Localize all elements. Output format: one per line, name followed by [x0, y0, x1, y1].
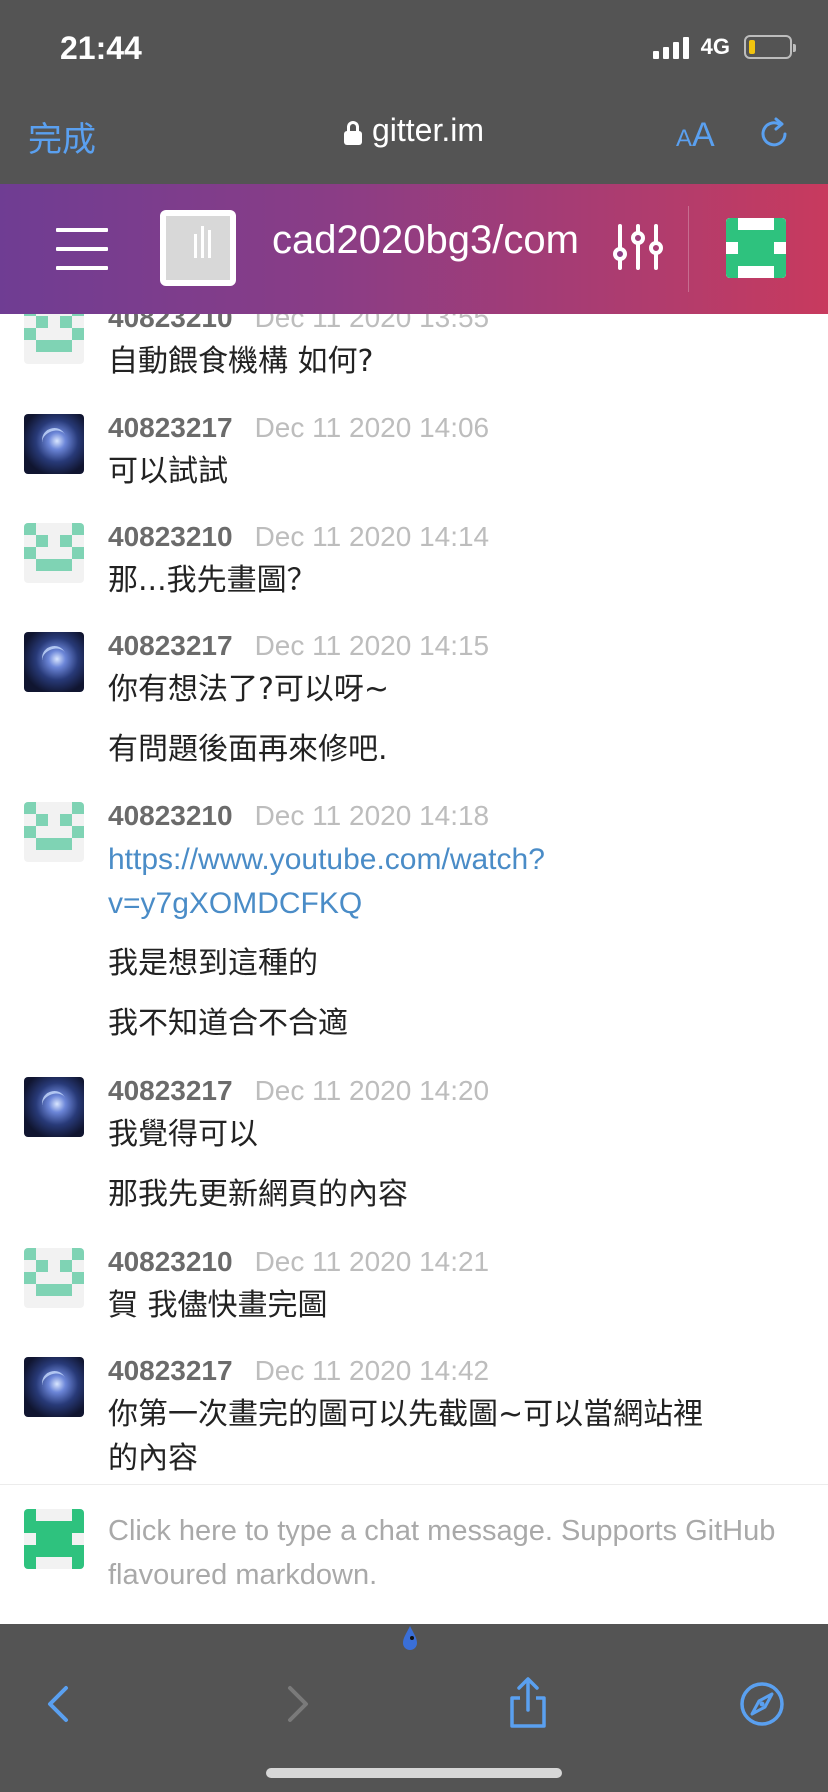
message-timestamp[interactable]: Dec 11 2020 14:42 — [255, 1355, 490, 1387]
share-icon[interactable] — [498, 1674, 558, 1734]
message-link[interactable]: https://www.youtube.com/watch? — [108, 838, 768, 882]
signal-icon — [652, 35, 689, 59]
message-meta: 40823210 Dec 11 2020 14:21 — [108, 1246, 489, 1278]
message-text: 賀 我儘快畫完圖 — [108, 1288, 328, 1323]
message-meta: 40823217 Dec 11 2020 14:42 — [108, 1355, 489, 1387]
message-timestamp[interactable]: Dec 11 2020 14:14 — [255, 521, 490, 553]
sender-username[interactable]: 40823217 — [108, 630, 233, 662]
chat-input[interactable]: Click here to type a chat message. Suppo… — [108, 1509, 798, 1597]
browser-top-bar: 21:44 4G 完成 gitter.im AA — [0, 0, 828, 184]
sender-username[interactable]: 40823217 — [108, 412, 233, 444]
message-text: 的內容 — [108, 1441, 198, 1476]
message-meta: 40823217 Dec 11 2020 14:06 — [108, 412, 489, 444]
user-avatar[interactable] — [726, 218, 786, 278]
compass-icon[interactable] — [732, 1674, 792, 1734]
message-text: 有問題後面再來修吧. — [108, 732, 388, 767]
sender-username[interactable]: 40823210 — [108, 800, 233, 832]
sender-username[interactable]: 40823217 — [108, 1355, 233, 1387]
sender-avatar[interactable] — [24, 1357, 84, 1417]
network-type: 4G — [700, 34, 730, 59]
composer-avatar — [24, 1509, 84, 1569]
message-text: 你有想法了?可以呀~ — [108, 672, 390, 707]
message-timestamp[interactable]: Dec 11 2020 14:20 — [255, 1075, 490, 1107]
sender-username[interactable]: 40823210 — [108, 314, 233, 334]
status-indicators: 4G — [652, 34, 796, 60]
drop-icon — [403, 1626, 417, 1650]
sender-avatar[interactable] — [24, 1077, 84, 1137]
message-text: 可以試試 — [108, 454, 228, 489]
message-meta: 40823217 Dec 11 2020 14:20 — [108, 1075, 489, 1107]
sender-avatar[interactable] — [24, 523, 84, 583]
message-text: 我覺得可以 — [108, 1117, 258, 1152]
chat-composer[interactable]: Click here to type a chat message. Suppo… — [0, 1484, 828, 1624]
message-timestamp[interactable]: Dec 11 2020 14:06 — [255, 412, 490, 444]
back-icon[interactable] — [30, 1674, 90, 1734]
sender-username[interactable]: 40823210 — [108, 521, 233, 553]
sender-avatar[interactable] — [24, 1248, 84, 1308]
chat-messages[interactable]: 40823210 Dec 11 2020 13:55 自動餵食機構 如何? 40823… — [0, 314, 828, 1484]
lock-icon — [343, 120, 362, 145]
home-indicator — [266, 1768, 562, 1778]
text-size-button[interactable]: AA — [676, 116, 715, 155]
message-meta: 40823210 Dec 11 2020 13:55 — [108, 314, 489, 334]
message-text: 自動餵食機構 如何? — [108, 344, 374, 379]
message-text: 那我先更新網頁的內容 — [108, 1177, 408, 1212]
sender-avatar[interactable] — [24, 632, 84, 692]
sender-username[interactable]: 40823210 — [108, 1246, 233, 1278]
reload-icon[interactable] — [756, 116, 792, 152]
room-avatar — [160, 210, 236, 286]
message-text: 我是想到這種的 — [108, 946, 318, 981]
message-text: 那...我先畫圖？ — [108, 563, 317, 598]
message-meta: 40823217 Dec 11 2020 14:15 — [108, 630, 489, 662]
sender-avatar[interactable] — [24, 802, 84, 862]
message-text: 你第一次畫完的圖可以先截圖~可以當網站裡 — [108, 1397, 704, 1432]
message-timestamp[interactable]: Dec 11 2020 14:18 — [255, 800, 490, 832]
sender-username[interactable]: 40823217 — [108, 1075, 233, 1107]
message-meta: 40823210 Dec 11 2020 14:14 — [108, 521, 489, 553]
message-timestamp[interactable]: Dec 11 2020 14:21 — [255, 1246, 490, 1278]
message-link[interactable]: v=y7gXOMDCFKQ — [108, 882, 768, 926]
room-title[interactable]: cad2020bg3/com — [272, 218, 594, 263]
sender-avatar[interactable] — [24, 314, 84, 364]
message-timestamp[interactable]: Dec 11 2020 13:55 — [255, 314, 490, 334]
sender-avatar[interactable] — [24, 414, 84, 474]
message-timestamp[interactable]: Dec 11 2020 14:15 — [255, 630, 490, 662]
status-time: 21:44 — [60, 30, 142, 66]
message-text: 我不知道合不合適 — [108, 1006, 348, 1041]
url-text: gitter.im — [371, 112, 485, 148]
room-header: cad2020bg3/com — [0, 184, 828, 314]
header-divider — [688, 206, 689, 292]
room-settings-icon[interactable] — [612, 224, 664, 270]
battery-icon — [744, 35, 796, 59]
menu-icon[interactable] — [56, 228, 108, 270]
message-meta: 40823210 Dec 11 2020 14:18 — [108, 800, 489, 832]
forward-icon[interactable] — [266, 1674, 326, 1734]
